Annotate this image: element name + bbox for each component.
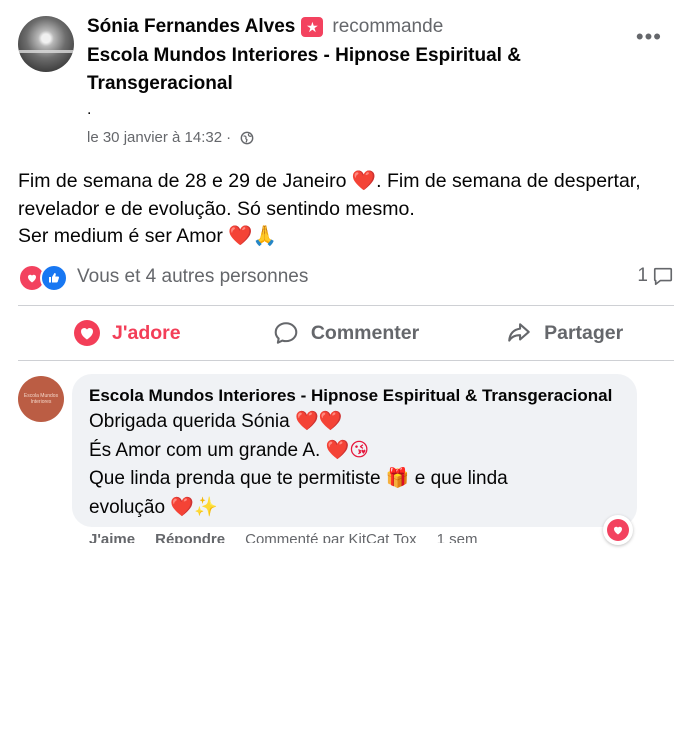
comment-button-label: Commenter — [310, 321, 420, 344]
reaction-icons[interactable] — [18, 264, 72, 292]
divider — [18, 360, 674, 361]
comment-actions: J'aime Répondre Commenté par KitCat Tox … — [72, 531, 632, 543]
post-meta: le 30 janvier à 14:32 · — [87, 129, 254, 146]
comment-icon — [274, 322, 298, 344]
reactions-summary[interactable]: Vous et 4 autres personnes — [77, 266, 308, 288]
post-text-line1b: . Fim de semana de despertar, — [376, 170, 641, 192]
recommended-page-name[interactable]: Escola Mundos Interiores - Hipnose Espir… — [87, 42, 607, 98]
gift-emoji: 🎁 — [385, 468, 410, 489]
comment-text: Obrigada querida Sónia ❤️❤️ És Amor com … — [89, 408, 629, 522]
reactions-row: Vous et 4 autres personnes 1 — [18, 262, 674, 294]
more-options-button[interactable]: ••• — [636, 24, 662, 50]
post-text-line3: Ser medium é ser Amor — [18, 225, 223, 247]
post-actions: J'adore Commenter Partager — [18, 310, 674, 356]
commented-by[interactable]: Commenté par KitCat Tox — [245, 531, 416, 543]
recommends-label: recommande — [332, 16, 444, 37]
love-button[interactable]: J'adore — [18, 310, 237, 356]
comment-reply-button[interactable]: Répondre — [155, 531, 225, 543]
post-dot: . — [87, 101, 92, 118]
post-text-line2: revelador e de evolução. Só sentindo mes… — [18, 197, 415, 220]
comment-author[interactable]: Escola Mundos Interiores - Hipnose Espir… — [89, 386, 612, 406]
author-avatar[interactable] — [18, 16, 74, 72]
post-text: Fim de semana de 28 e 29 de Janeiro ❤️. … — [18, 168, 678, 251]
like-reaction-icon — [40, 264, 68, 292]
comment-count[interactable]: 1 — [637, 265, 674, 287]
comment-line3b: e que linda — [409, 468, 508, 489]
love-button-label: J'adore — [112, 321, 181, 344]
comment-like-button[interactable]: J'aime — [89, 531, 135, 543]
share-button-label: Partager — [544, 321, 624, 344]
comment-age[interactable]: 1 sem — [437, 531, 478, 543]
recommend-icon — [301, 17, 324, 37]
post-header-line: Sónia Fernandes Alves recommande — [87, 16, 443, 38]
meta-separator: · — [226, 129, 232, 146]
comment-line1: Obrigada querida Sónia — [89, 411, 290, 432]
comment-button[interactable]: Commenter — [237, 310, 456, 356]
comment-bubble: Escola Mundos Interiores - Hipnose Espir… — [72, 374, 637, 527]
post-timestamp[interactable]: le 30 janvier à 14:32 — [87, 129, 222, 146]
heart-emoji: ❤️ — [228, 225, 253, 247]
commenter-avatar[interactable]: Escola Mundos Interiores — [18, 376, 64, 422]
share-button[interactable]: Partager — [455, 310, 674, 356]
comment-bubble-icon — [653, 267, 673, 286]
hearts-emoji: ❤️❤️ — [294, 411, 343, 432]
commenter-avatar-text: Escola Mundos Interiores — [23, 393, 59, 405]
post-text-line1: Fim de semana de 28 e 29 de Janeiro — [18, 170, 347, 192]
heart-kiss-emoji: ❤️😘 — [325, 439, 370, 461]
comment-line2: És Amor com um grande A. — [89, 439, 321, 461]
divider — [18, 305, 674, 306]
globe-icon — [240, 131, 254, 144]
share-icon — [508, 323, 530, 342]
comment-count-value: 1 — [637, 265, 648, 286]
pray-emoji: 🙏 — [252, 225, 277, 247]
comment-line4: evolução — [89, 496, 166, 518]
heart-emoji: ❤️ — [351, 170, 377, 192]
author-name[interactable]: Sónia Fernandes Alves — [87, 16, 295, 38]
comment-line3a: Que linda prenda que te permitiste — [89, 468, 381, 489]
heart-icon — [74, 320, 101, 346]
heart-sparkles-emoji: ❤️✨ — [170, 496, 218, 518]
